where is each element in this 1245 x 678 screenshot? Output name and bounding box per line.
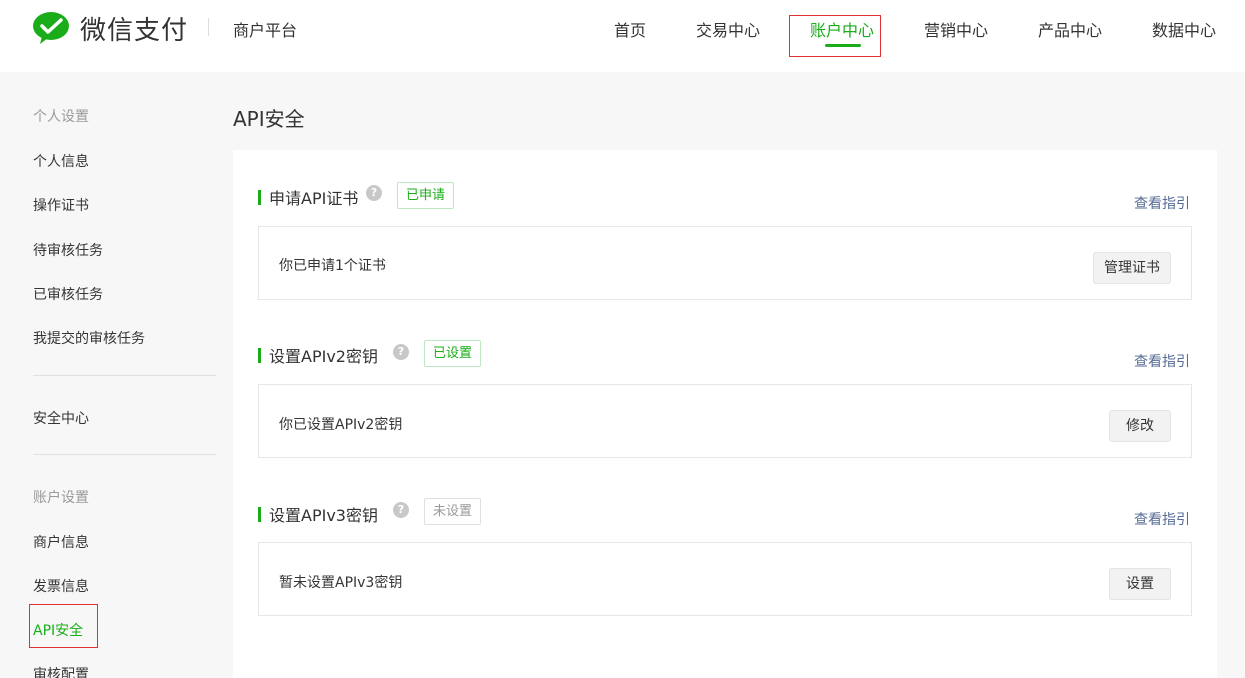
setup-button[interactable]: 设置 [1109,568,1171,600]
view-guide-link[interactable]: 查看指引 [1134,509,1190,529]
highlight-box-nav [789,15,881,57]
sidebar-item-pending-review[interactable]: 待审核任务 [33,240,103,260]
section-title-api-cert: 申请API证书 [258,185,358,209]
sidebar-item-reviewed[interactable]: 已审核任务 [33,284,103,304]
modify-button[interactable]: 修改 [1109,410,1171,442]
nav-product-center[interactable]: 产品中心 [1038,17,1102,41]
sidebar-group-personal: 个人设置 [33,109,89,125]
nav-marketing-center[interactable]: 营销中心 [924,17,988,41]
page-title: API安全 [233,107,305,131]
platform-name: 商户平台 [233,21,298,40]
section-description: 你已申请1个证书 [279,258,386,274]
sidebar-divider [33,454,216,455]
top-header: 微信支付 商户平台 首页 交易中心 账户中心 营销中心 产品中心 数据中心 [0,0,1245,72]
section-card-api-cert: 你已申请1个证书 管理证书 [258,226,1192,300]
section-title-text: 设置APIv2密钥 [269,347,378,366]
view-guide-link[interactable]: 查看指引 [1134,351,1190,371]
section-accent-bar [258,347,261,363]
section-description: 暂未设置APIv3密钥 [279,575,403,591]
section-title-text: 设置APIv3密钥 [269,506,378,525]
status-badge: 未设置 [424,498,482,525]
section-title-text: 申请API证书 [269,189,359,208]
sidebar-item-personal-info[interactable]: 个人信息 [33,151,89,171]
manage-cert-button[interactable]: 管理证书 [1093,252,1171,284]
highlight-box-sidebar [29,604,98,648]
section-accent-bar [258,189,261,205]
section-title-apiv3: 设置APIv3密钥 [258,502,378,526]
sidebar-item-operation-cert[interactable]: 操作证书 [33,195,89,215]
sidebar-item-my-submissions[interactable]: 我提交的审核任务 [33,328,145,348]
sidebar-group-account: 账户设置 [33,490,89,506]
sidebar-item-merchant-info[interactable]: 商户信息 [33,532,89,552]
nav-home[interactable]: 首页 [614,17,646,41]
status-badge: 已设置 [424,340,482,367]
section-card-apiv3: 暂未设置APIv3密钥 设置 [258,542,1192,616]
section-title-apiv2: 设置APIv2密钥 [258,343,378,367]
nav-trade-center[interactable]: 交易中心 [696,17,760,41]
question-circle-icon[interactable]: ? [393,502,409,518]
sidebar-item-invoice-info[interactable]: 发票信息 [33,576,89,596]
nav-data-center[interactable]: 数据中心 [1152,17,1216,41]
sidebar-divider [33,375,216,376]
section-description: 你已设置APIv2密钥 [279,417,403,433]
wechat-pay-logo-icon [32,10,72,46]
brand-logo[interactable]: 微信支付 [32,10,188,46]
question-circle-icon[interactable]: ? [393,344,409,360]
brand-name: 微信支付 [80,15,189,46]
section-accent-bar [258,506,261,522]
header-divider [208,18,209,36]
sidebar-item-security-center[interactable]: 安全中心 [33,408,89,428]
sidebar-item-review-config[interactable]: 审核配置 [33,664,89,678]
view-guide-link[interactable]: 查看指引 [1134,193,1190,213]
status-badge: 已申请 [397,182,455,209]
section-card-apiv2: 你已设置APIv2密钥 修改 [258,384,1192,458]
question-circle-icon[interactable]: ? [366,185,382,201]
